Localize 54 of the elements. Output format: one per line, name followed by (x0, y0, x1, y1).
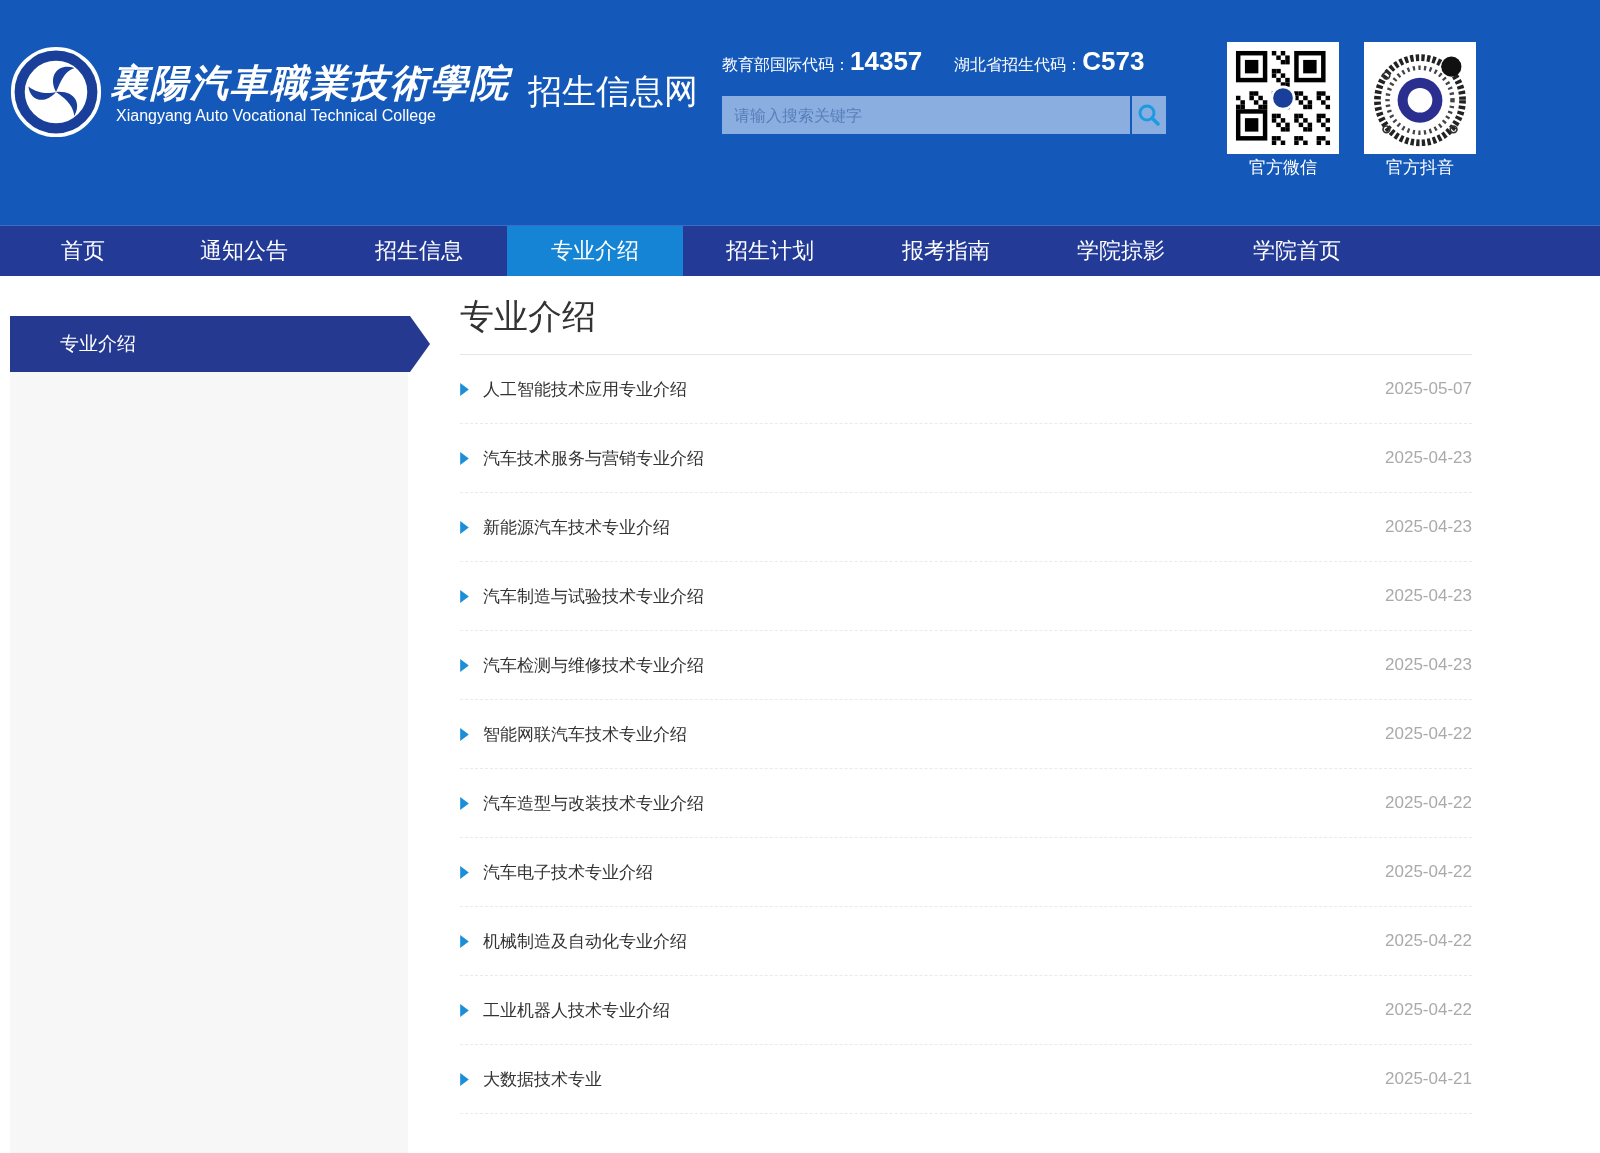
triangle-bullet-icon (460, 1003, 469, 1017)
triangle-bullet-icon (460, 382, 469, 396)
article-date: 2025-04-22 (1385, 724, 1472, 744)
triangle-bullet-icon (460, 934, 469, 948)
triangle-bullet-icon (460, 520, 469, 534)
triangle-bullet-icon (460, 451, 469, 465)
search-icon (1137, 103, 1161, 127)
triangle-bullet-icon (460, 865, 469, 879)
article-date: 2025-04-22 (1385, 931, 1472, 951)
nav-tab[interactable]: 通知公告 (156, 226, 332, 276)
article-link[interactable]: 工业机器人技术专业介绍 (483, 998, 1386, 1022)
article-date: 2025-05-07 (1385, 379, 1472, 399)
nav-tab[interactable]: 专业介绍 (507, 226, 683, 276)
triangle-bullet-icon (460, 727, 469, 741)
code-value: C573 (1082, 46, 1145, 77)
triangle-bullet-icon (460, 1072, 469, 1086)
article-date: 2025-04-22 (1385, 862, 1472, 882)
article-link[interactable]: 汽车电子技术专业介绍 (483, 860, 1386, 884)
article-date: 2025-04-22 (1385, 1000, 1472, 1020)
article-date: 2025-04-23 (1385, 517, 1472, 537)
qr-caption: 官方微信 (1249, 156, 1317, 179)
code-value: 14357 (850, 46, 923, 77)
article-link[interactable]: 智能网联汽车技术专业介绍 (483, 722, 1386, 746)
article-date: 2025-04-23 (1385, 655, 1472, 675)
search-button[interactable] (1132, 96, 1166, 134)
sidebar-item[interactable]: 专业介绍 (10, 316, 430, 372)
nav-tab[interactable]: 招生信息 (331, 226, 507, 276)
nav-tab[interactable]: 学院首页 (1209, 226, 1385, 276)
article-link[interactable]: 汽车检测与维修技术专业介绍 (483, 653, 1386, 677)
section-title: 专业介绍 (460, 294, 1472, 355)
article-link[interactable]: 新能源汽车技术专业介绍 (483, 515, 1386, 539)
article-link[interactable]: 汽车技术服务与营销专业介绍 (483, 446, 1386, 470)
article-link[interactable]: 人工智能技术应用专业介绍 (483, 377, 1386, 401)
nav-tab[interactable]: 招生计划 (682, 226, 858, 276)
article-link[interactable]: 机械制造及自动化专业介绍 (483, 929, 1386, 953)
code-label: 教育部国际代码： (722, 55, 850, 76)
article-date: 2025-04-21 (1385, 1069, 1472, 1089)
college-english-name: Xiangyang Auto Vocational Technical College (116, 107, 437, 125)
article-link[interactable]: 大数据技术专业 (483, 1067, 1386, 1091)
article-date: 2025-04-22 (1385, 793, 1472, 813)
site-title: 招生信息网 (528, 70, 698, 113)
nav-tab[interactable]: 首页 (10, 226, 156, 276)
article-date: 2025-04-23 (1385, 448, 1472, 468)
nav-tab[interactable]: 报考指南 (858, 226, 1034, 276)
article-date: 2025-04-23 (1385, 586, 1472, 606)
college-emblem-icon (10, 46, 102, 138)
triangle-bullet-icon (460, 589, 469, 603)
triangle-bullet-icon (460, 658, 469, 672)
article-link[interactable]: 汽车造型与改装技术专业介绍 (483, 791, 1386, 815)
code-label: 湖北省招生代码： (954, 55, 1083, 76)
article-link[interactable]: 汽车制造与试验技术专业介绍 (483, 584, 1386, 608)
qr-caption: 官方抖音 (1386, 156, 1454, 179)
nav-tab[interactable]: 学院掠影 (1033, 226, 1209, 276)
triangle-bullet-icon (460, 796, 469, 810)
